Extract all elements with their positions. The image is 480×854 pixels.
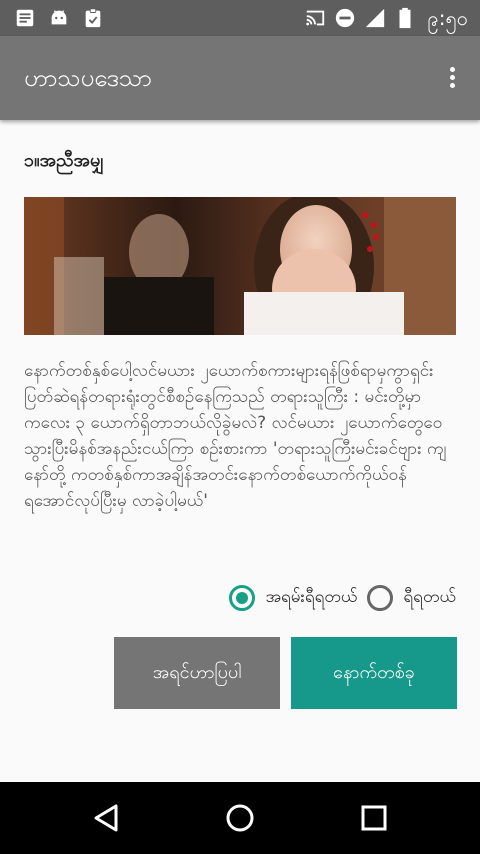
home-icon[interactable] [222, 800, 258, 836]
app-title: ဟာသပဒေသာ [24, 64, 152, 92]
app-bar: ဟာသပဒေသာ [0, 36, 480, 120]
clipboard-check-icon [85, 8, 101, 28]
previous-button[interactable]: အရင်ဟာပြပါ [114, 637, 280, 709]
android-icon [51, 10, 67, 25]
status-bar-left [14, 6, 104, 30]
signal-icon [365, 8, 384, 28]
status-bar-right: ၉:၅၀ [304, 5, 469, 31]
lesson-title: ၁။အညီအမျှ [24, 150, 104, 171]
radio-unchecked-icon[interactable] [367, 585, 394, 611]
status-time: ၉:၅၀ [427, 6, 469, 30]
story-text: နောက်တစ်နှစ်ပေါ့လင်မယား ၂ယောက်စကားများရန… [24, 361, 447, 511]
radio-very-funny[interactable]: အရမ်းရီရတယ် [229, 585, 357, 611]
back-icon[interactable] [88, 800, 124, 836]
rating-radio-group: အရမ်းရီရတယ် ရီရတယ် [229, 585, 456, 611]
recents-icon[interactable] [356, 800, 392, 836]
laughing-woman-image [24, 197, 456, 335]
more-vert-icon[interactable] [442, 64, 462, 92]
radio-checked-icon[interactable] [229, 585, 256, 611]
radio-label-funny: ရီရတယ် [403, 586, 456, 607]
radio-label-very-funny: အရမ်းရီရတယ် [265, 586, 358, 607]
radio-funny[interactable]: ရီရတယ် [367, 585, 456, 611]
navigation-bar [0, 782, 480, 854]
do-not-disturb-icon [335, 8, 354, 28]
battery-icon [399, 7, 410, 29]
next-button[interactable]: နောက်တစ်ခု [291, 637, 457, 709]
notes-icon [16, 9, 34, 27]
cast-icon [305, 10, 324, 26]
status-bar: ၉:၅၀ [0, 0, 480, 36]
lesson-photo [24, 197, 456, 335]
